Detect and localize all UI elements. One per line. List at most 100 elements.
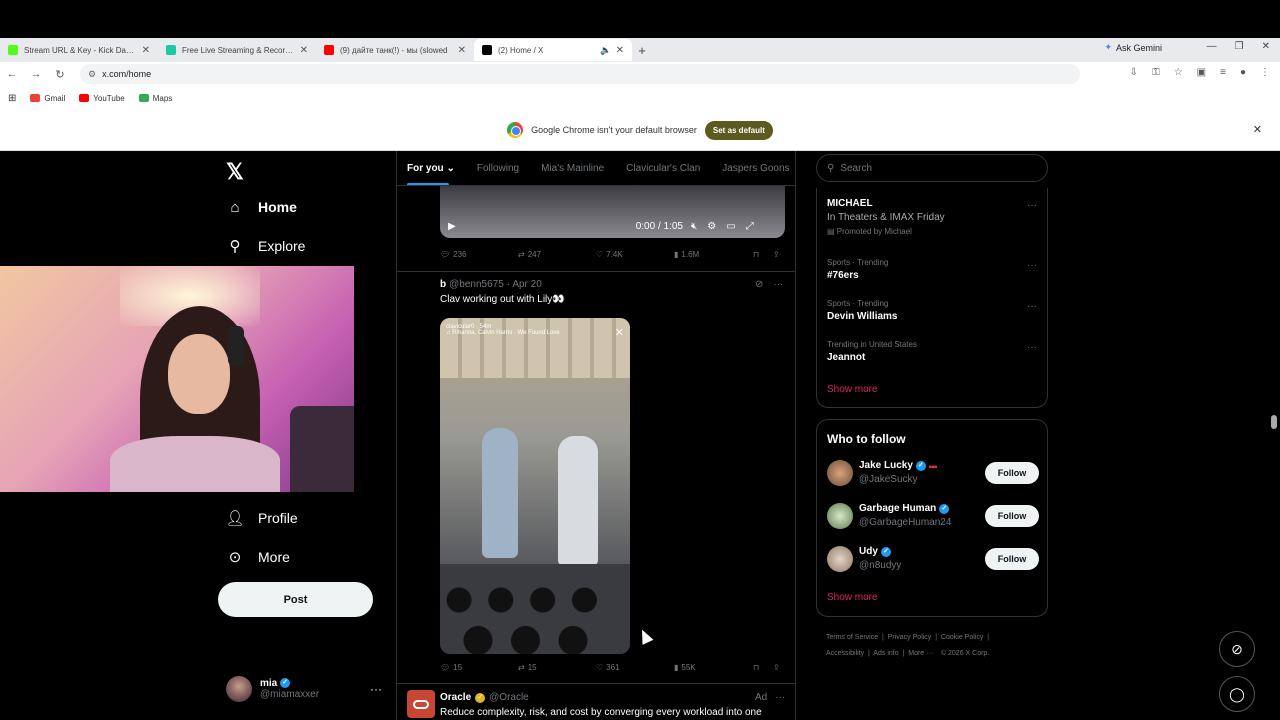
close-icon[interactable]: ✕ (300, 45, 308, 56)
close-icon[interactable]: ✕ (458, 45, 466, 56)
reply-button[interactable]: 💬︎ 236 (440, 250, 518, 259)
footer-link[interactable]: Cookie Policy (941, 634, 983, 641)
window-close-icon[interactable]: ✕ (1262, 41, 1270, 52)
side-panel-icon[interactable]: ▣ (1197, 67, 1206, 78)
browser-tab-x-home[interactable]: (2) Home / X 🔈 ✕ (474, 39, 632, 61)
set-as-default-button[interactable]: Set as default (704, 120, 773, 140)
bookmark-gmail[interactable]: Gmail (30, 94, 65, 103)
ad-author-name[interactable]: Oracle (440, 692, 471, 703)
bookmark-maps[interactable]: Maps (138, 94, 172, 103)
menu-kebab-icon[interactable]: ⋮ (1260, 67, 1270, 78)
tweet-author-handle[interactable]: @benn5675 (449, 279, 504, 290)
forward-icon[interactable]: → (24, 68, 48, 80)
like-button[interactable]: ♡ 361 (596, 663, 674, 672)
share-icon[interactable]: ⇪ (773, 250, 780, 259)
nav-profile[interactable]: 👤︎ Profile (225, 509, 297, 527)
repost-button[interactable]: ⇄ 247 (518, 250, 596, 259)
grok-icon[interactable]: ⊘ (755, 279, 763, 290)
reply-button[interactable]: 💬︎ 15 (440, 663, 518, 672)
bookmark-star-icon[interactable]: ☆ (1174, 67, 1183, 78)
restore-icon[interactable]: ❐ (1235, 41, 1244, 52)
account-more-icon[interactable]: ··· (370, 682, 382, 696)
nav-more[interactable]: ⊙ More (226, 548, 290, 566)
page-scrollbar[interactable] (1268, 151, 1280, 720)
more-icon[interactable]: ··· (1027, 260, 1037, 271)
close-icon[interactable]: ✕ (142, 45, 150, 56)
tab-claviculars-clan[interactable]: Clavicular's Clan (626, 163, 700, 174)
close-icon[interactable]: ✕ (616, 45, 624, 56)
nav-home[interactable]: ⌂ Home (226, 198, 296, 216)
more-icon[interactable]: ··· (1027, 200, 1037, 211)
url-field[interactable]: ⚙ x.com/home (80, 64, 1080, 84)
more-icon[interactable]: ··· (773, 279, 783, 290)
tweet-author-name[interactable]: b (440, 279, 446, 290)
scrollbar-thumb[interactable] (1271, 415, 1277, 429)
ad-author-handle[interactable]: @Oracle (489, 692, 529, 703)
footer-link[interactable]: Accessibility (826, 650, 864, 657)
site-info-icon[interactable]: ⚙ (88, 69, 96, 80)
more-icon[interactable]: ··· (1027, 301, 1037, 312)
pip-icon[interactable]: ▭ (726, 221, 735, 232)
oracle-logo-icon[interactable] (407, 690, 435, 718)
password-key-icon[interactable]: ⚿ (1152, 67, 1160, 78)
follow-suggestion[interactable]: Jake Lucky ✓ ▬ @JakeSucky Follow (827, 460, 1039, 490)
play-icon[interactable]: ▶ (448, 221, 456, 232)
views-button[interactable]: ▮ 1.6M (674, 250, 752, 259)
footer-link[interactable]: More ··· (908, 650, 933, 657)
promoted-trend[interactable]: MICHAEL In Theaters & IMAX Friday ▤ Prom… (827, 198, 1037, 236)
bookmark-icon[interactable]: ⊓ (753, 250, 759, 259)
reload-icon[interactable]: ↻ (48, 68, 72, 81)
back-icon[interactable]: ← (0, 68, 24, 80)
tab-for-you[interactable]: For you ⌄ (407, 163, 455, 185)
volume-icon[interactable]: 🔇︎ (691, 221, 697, 232)
search-input[interactable]: ⚲ Search (816, 154, 1048, 182)
browser-tab-youtube[interactable]: (9) дайте танк(!) - мы (slowed ✕ (316, 39, 474, 61)
follow-button[interactable]: Follow (985, 462, 1039, 484)
tab-jaspers-goons[interactable]: Jaspers Goons (722, 163, 789, 174)
bookmark-youtube[interactable]: YouTube (79, 94, 125, 103)
footer-link[interactable]: Terms of Service (826, 634, 878, 641)
footer-link[interactable]: Ads info (873, 650, 898, 657)
speaker-icon[interactable]: 🔈 (600, 45, 611, 56)
follow-button[interactable]: Follow (985, 548, 1039, 570)
follow-suggestion[interactable]: Garbage Human ✓ @GarbageHuman24 Follow (827, 503, 1039, 533)
post-button[interactable]: Post (218, 582, 373, 617)
grok-button[interactable]: ⊘ (1219, 631, 1255, 667)
account-switcher[interactable]: mia ✓ @miamaxxer (226, 676, 319, 702)
views-button[interactable]: ▮ 55K (674, 663, 752, 672)
bookmark-icon[interactable]: ⊓ (753, 663, 759, 672)
trend-item[interactable]: Trending in United States Jeannot ··· (827, 340, 1037, 363)
follow-button[interactable]: Follow (985, 505, 1039, 527)
show-more-link[interactable]: Show more (827, 384, 878, 395)
tab-mias-mainline[interactable]: Mia's Mainline (541, 163, 604, 174)
more-icon[interactable]: ··· (1027, 342, 1037, 353)
follow-suggestion[interactable]: Udy ✓ @n8udyy Follow (827, 546, 1039, 576)
tab-following[interactable]: Following (477, 163, 519, 174)
new-tab-button[interactable]: + (632, 43, 652, 58)
nav-explore[interactable]: ⚲ Explore (226, 237, 306, 255)
tweet-media-image[interactable]: clavicular0 · 54m ♫ Rihanna, Calvin Harr… (440, 318, 630, 654)
messages-button[interactable]: ◯ (1219, 676, 1255, 712)
apps-grid-icon[interactable]: ⊞ (8, 93, 16, 104)
close-icon[interactable]: ✕ (1253, 123, 1262, 136)
browser-tab-kick[interactable]: Stream URL & Key - Kick Dashb ✕ (0, 39, 158, 61)
footer-link[interactable]: Privacy Policy (888, 634, 932, 641)
fullscreen-icon[interactable]: ⤢ (746, 221, 754, 232)
minimize-icon[interactable]: — (1207, 41, 1217, 52)
share-icon[interactable]: ⇪ (773, 663, 780, 672)
tweet-date[interactable]: · Apr 20 (507, 279, 542, 290)
ask-gemini-button[interactable]: ✦ Ask Gemini (1104, 42, 1162, 53)
trend-item[interactable]: Sports · Trending Devin Williams ··· (827, 299, 1037, 322)
browser-tab-streaming[interactable]: Free Live Streaming & Recordin ✕ (158, 39, 316, 61)
media-controls-icon[interactable]: ≡ (1220, 67, 1226, 78)
repost-button[interactable]: ⇄ 15 (518, 663, 596, 672)
more-icon[interactable]: ··· (775, 692, 785, 703)
settings-icon[interactable]: ⚙ (707, 221, 716, 232)
video-player[interactable]: ▶ 0:00 / 1:05 🔇︎ ⚙ ▭ ⤢ (440, 186, 785, 238)
trend-item[interactable]: Sports · Trending #76ers ··· (827, 258, 1037, 281)
show-more-link[interactable]: Show more (827, 592, 878, 603)
install-icon[interactable]: ⇩ (1130, 67, 1138, 78)
like-button[interactable]: ♡ 7.4K (596, 250, 674, 259)
profile-avatar[interactable]: ● (1240, 67, 1246, 78)
x-logo-icon[interactable]: 𝕏 (226, 159, 244, 185)
